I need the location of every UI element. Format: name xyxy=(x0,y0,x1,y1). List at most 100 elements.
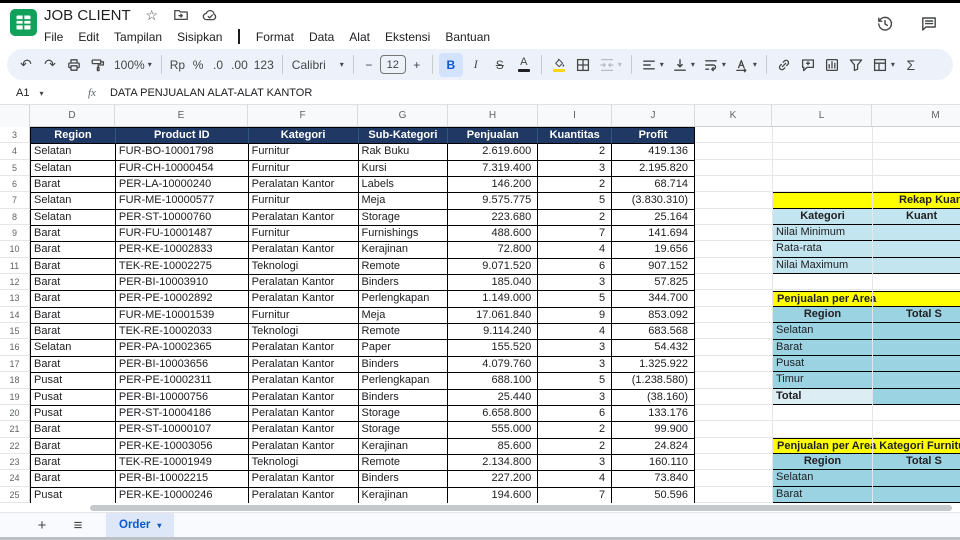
row-header-5[interactable]: 5 xyxy=(0,159,30,177)
cell[interactable]: Teknologi xyxy=(248,324,359,341)
cell[interactable]: PER-LA-10000240 xyxy=(115,177,249,194)
row-header-20[interactable]: 20 xyxy=(0,404,30,422)
row-header-13[interactable]: 13 xyxy=(0,290,30,307)
cell[interactable]: 7.319.400 xyxy=(448,160,539,178)
cell[interactable]: 2 xyxy=(538,144,613,161)
cell[interactable]: 72.800 xyxy=(448,242,539,259)
version-history-icon[interactable] xyxy=(876,15,894,33)
cell[interactable]: 2 xyxy=(538,422,613,439)
row-header-15[interactable]: 15 xyxy=(0,323,30,340)
column-title-total-s[interactable]: Total S xyxy=(872,306,960,324)
cell[interactable]: 4 xyxy=(538,471,613,488)
cell[interactable]: FUR-BO-10001798 xyxy=(115,144,249,161)
row-header-11[interactable]: 11 xyxy=(0,257,30,275)
cloud-status-icon[interactable] xyxy=(202,7,218,23)
row-header-17[interactable]: 17 xyxy=(0,355,30,373)
redo-button[interactable]: ↷ xyxy=(39,53,61,77)
star-icon[interactable]: ☆ xyxy=(144,7,160,23)
cell[interactable]: Furnitur xyxy=(248,307,359,325)
cell[interactable]: 3 xyxy=(538,389,613,406)
row-header-25[interactable]: 25 xyxy=(0,486,30,503)
borders-button[interactable] xyxy=(572,53,594,77)
cell[interactable]: 227.200 xyxy=(448,471,539,488)
bold-button[interactable]: B xyxy=(438,52,463,77)
row-header-3[interactable]: 3 xyxy=(0,127,30,144)
cell[interactable]: 9.575.775 xyxy=(448,193,539,210)
cell[interactable]: Peralatan Kantor xyxy=(248,487,359,504)
column-title-product-id[interactable]: Product ID xyxy=(115,128,249,145)
row-header-7[interactable]: 7 xyxy=(0,192,30,209)
all-sheets-button[interactable]: ≡ xyxy=(68,517,88,534)
cell[interactable]: 5 xyxy=(538,291,613,308)
cell[interactable]: 3 xyxy=(538,454,613,472)
cell[interactable]: TEK-RE-10002033 xyxy=(115,324,249,341)
cell[interactable] xyxy=(872,323,960,340)
row-header-8[interactable]: 8 xyxy=(0,208,30,226)
row-header-4[interactable]: 4 xyxy=(0,143,30,160)
cell[interactable]: 194.600 xyxy=(448,487,539,504)
row-header-21[interactable]: 21 xyxy=(0,421,30,438)
cell[interactable]: 4.079.760 xyxy=(448,356,539,374)
cell[interactable]: Selatan xyxy=(31,340,116,357)
cell[interactable]: Barat xyxy=(31,291,116,308)
cell[interactable]: PER-ST-10000107 xyxy=(115,422,249,439)
cell[interactable]: Peralatan Kantor xyxy=(248,438,359,455)
select-all-corner[interactable] xyxy=(0,105,30,127)
format-currency-button[interactable]: Rp xyxy=(168,53,187,77)
cell[interactable]: PER-PA-10002365 xyxy=(115,340,249,357)
font-size-input[interactable]: 12 xyxy=(379,55,406,74)
cell[interactable]: Peralatan Kantor xyxy=(248,471,359,488)
cell[interactable]: 907.152 xyxy=(612,258,695,276)
cell[interactable]: FUR-CH-10000454 xyxy=(115,160,249,178)
cell[interactable]: 6.658.800 xyxy=(448,405,539,423)
cell[interactable]: Peralatan Kantor xyxy=(248,275,359,292)
row-header-22[interactable]: 22 xyxy=(0,437,30,454)
cell[interactable]: Selatan xyxy=(31,144,116,161)
increase-decimals-button[interactable]: .00 xyxy=(229,53,250,77)
cell[interactable]: Storage xyxy=(358,422,449,439)
cell[interactable]: Furnitur xyxy=(248,193,359,210)
cell[interactable]: Barat xyxy=(772,339,872,356)
horizontal-align-button[interactable] xyxy=(638,53,667,77)
row-header-9[interactable]: 9 xyxy=(0,225,30,242)
menu-sisipkan[interactable]: Sisipkan xyxy=(177,30,222,44)
cell[interactable]: Peralatan Kantor xyxy=(248,356,359,374)
cell[interactable]: Remote xyxy=(358,454,449,472)
cell[interactable]: 17.061.840 xyxy=(448,307,539,325)
functions-button[interactable]: Σ xyxy=(900,53,922,77)
sheets-logo-icon[interactable] xyxy=(10,9,37,36)
cell[interactable]: PER-ST-10000760 xyxy=(115,209,249,227)
cell[interactable]: FUR-ME-10000577 xyxy=(115,193,249,210)
cell[interactable]: Binders xyxy=(358,471,449,488)
cell[interactable]: 2 xyxy=(538,438,613,455)
cell[interactable]: 344.700 xyxy=(612,291,695,308)
menu-bantuan[interactable]: Bantuan xyxy=(445,30,490,44)
cell[interactable]: 2.195.820 xyxy=(612,160,695,178)
cell[interactable]: Selatan xyxy=(31,160,116,178)
row-header-19[interactable]: 19 xyxy=(0,388,30,405)
cell[interactable]: Nilai Maximum xyxy=(772,257,872,275)
cell[interactable]: Furnishings xyxy=(358,226,449,243)
cell[interactable]: PER-KE-10000246 xyxy=(115,487,249,504)
cell[interactable]: 3 xyxy=(538,356,613,374)
table-views-button[interactable] xyxy=(869,53,898,77)
column-title-kategori[interactable]: Kategori xyxy=(772,208,872,226)
cell[interactable]: 3 xyxy=(538,340,613,357)
text-rotation-button[interactable] xyxy=(731,53,760,77)
side-table-title[interactable]: Penjualan per Area Kategori Furnitur xyxy=(772,437,960,454)
cell[interactable]: Furnitur xyxy=(248,160,359,178)
cell[interactable]: Rak Buku xyxy=(358,144,449,161)
column-header-h[interactable]: H xyxy=(448,105,538,127)
cell[interactable] xyxy=(872,388,960,405)
cell[interactable]: Peralatan Kantor xyxy=(248,242,359,259)
cell[interactable]: Selatan xyxy=(772,323,872,340)
cell[interactable]: 488.600 xyxy=(448,226,539,243)
cell[interactable]: Peralatan Kantor xyxy=(248,291,359,308)
cell[interactable]: Binders xyxy=(358,356,449,374)
cell[interactable]: 19.656 xyxy=(612,242,695,259)
cell[interactable]: Selatan xyxy=(31,193,116,210)
cell[interactable]: FUR-FU-10001487 xyxy=(115,226,249,243)
cell[interactable]: Barat xyxy=(31,324,116,341)
cell[interactable]: Kerajinan xyxy=(358,438,449,455)
cell[interactable]: Peralatan Kantor xyxy=(248,405,359,423)
